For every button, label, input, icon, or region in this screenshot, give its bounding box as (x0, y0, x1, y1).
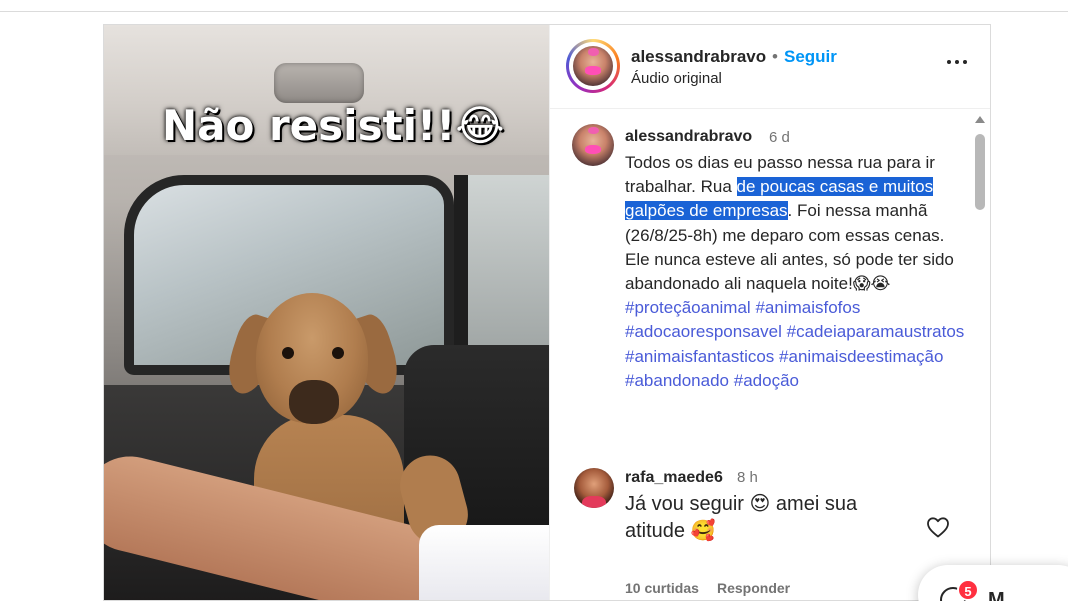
media-caption-overlay: Não resisti!!😂 (162, 101, 505, 150)
post-media[interactable]: Não resisti!!😂 (104, 25, 549, 600)
more-dot (955, 60, 959, 64)
reply-avatar[interactable] (574, 468, 614, 508)
reply-button[interactable]: Responder (717, 580, 790, 596)
puppy-eye (282, 347, 294, 359)
avatar[interactable] (573, 46, 613, 86)
comments-scrollbar[interactable] (970, 110, 990, 600)
reply-likes[interactable]: 10 curtidas (625, 580, 699, 596)
hashtag[interactable]: #cadeiaparamaustratos (787, 322, 965, 341)
header-username[interactable]: alessandrabravo (631, 47, 766, 67)
more-dot (963, 60, 967, 64)
puppy-snout (289, 380, 339, 424)
hashtag[interactable]: #animaisfantasticos (625, 347, 774, 366)
more-options-icon[interactable] (943, 55, 971, 69)
scroll-up-arrow-icon[interactable] (975, 116, 985, 123)
caption-text: Todos os dias eu passo nessa rua para ir… (625, 151, 970, 393)
car-dome-light (274, 63, 364, 103)
hashtag[interactable]: #animaisfofos (755, 298, 860, 317)
story-ring[interactable] (566, 39, 620, 93)
post-dialog: Não resisti!!😂 alessandrabravo • Seguir … (103, 24, 991, 601)
messages-button[interactable]: 5 M (918, 565, 1068, 601)
audio-label[interactable]: Áudio original (631, 70, 722, 87)
avatar-mask (584, 145, 602, 155)
messages-label: M (988, 589, 1005, 601)
hashtag[interactable]: #animaisdeestimação (779, 347, 943, 366)
puppy-eye (332, 347, 344, 359)
caption-time[interactable]: 6 d (769, 129, 790, 146)
reply-username[interactable]: rafa_maede6 (625, 469, 723, 487)
follow-button[interactable]: Seguir (784, 47, 837, 67)
avatar-bow (588, 48, 599, 56)
hashtag[interactable]: #adocaoresponsavel (625, 322, 782, 341)
caption-avatar[interactable] (572, 124, 614, 166)
hashtag[interactable]: #adoção (734, 371, 799, 390)
person-sleeve (419, 525, 549, 600)
post-header: alessandrabravo • Seguir Áudio original (550, 25, 990, 109)
caption-username[interactable]: alessandrabravo (625, 128, 752, 146)
avatar-bow (587, 126, 599, 135)
reply-time[interactable]: 8 h (737, 469, 758, 486)
hashtag[interactable]: #abandonado (625, 371, 729, 390)
reply-text: Já vou seguir 😍 amei sua atitude 🥰 (625, 493, 858, 542)
scroll-thumb[interactable] (975, 134, 985, 210)
top-bar-edge (0, 0, 1068, 12)
hashtag[interactable]: #proteçãoanimal (625, 298, 751, 317)
story-ring-inner (569, 42, 617, 90)
more-dot (947, 60, 951, 64)
post-sidebar: alessandrabravo • Seguir Áudio original … (549, 25, 990, 600)
comments-list[interactable]: alessandrabravo 6 d Todos os dias eu pas… (550, 110, 990, 600)
avatar-mask (585, 66, 601, 75)
messages-badge: 5 (957, 579, 979, 601)
avatar-shirt (582, 496, 606, 508)
header-separator: • (772, 47, 778, 66)
heart-outline-icon[interactable] (926, 516, 950, 538)
